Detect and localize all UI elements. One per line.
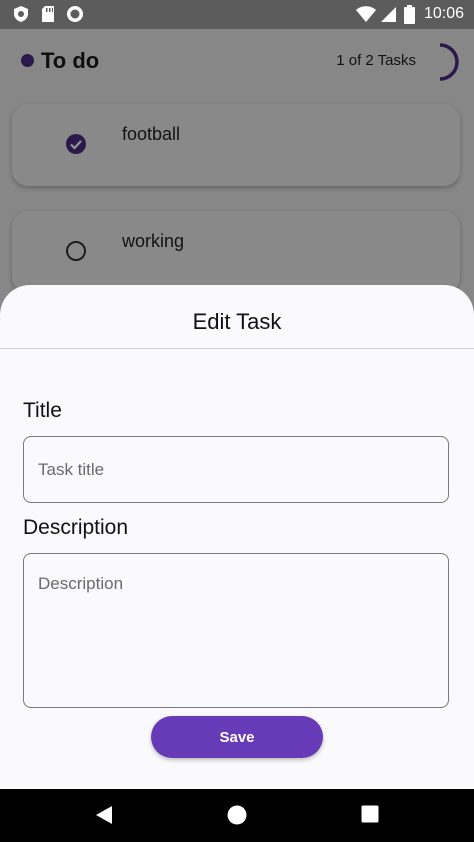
title-input[interactable] <box>23 436 449 503</box>
recents-icon[interactable] <box>361 805 379 828</box>
description-input[interactable] <box>23 553 449 708</box>
status-bar: 10:06 <box>0 0 474 29</box>
divider <box>0 348 474 349</box>
system-nav-bar <box>0 789 474 842</box>
battery-icon <box>404 5 415 29</box>
edit-task-sheet: Edit Task Title Description Save <box>0 285 474 789</box>
title-label: Title <box>23 399 62 422</box>
status-time: 10:06 <box>423 5 464 22</box>
description-label: Description <box>23 516 129 539</box>
home-icon[interactable] <box>227 805 247 830</box>
cellular-signal-icon <box>380 5 397 28</box>
wifi-icon <box>355 5 377 28</box>
shield-icon <box>12 5 30 28</box>
save-button[interactable]: Save <box>151 716 323 758</box>
circle-notification-icon <box>66 5 84 28</box>
sheet-title: Edit Task <box>192 309 282 334</box>
back-icon[interactable] <box>95 805 113 830</box>
sd-card-icon <box>40 5 56 28</box>
